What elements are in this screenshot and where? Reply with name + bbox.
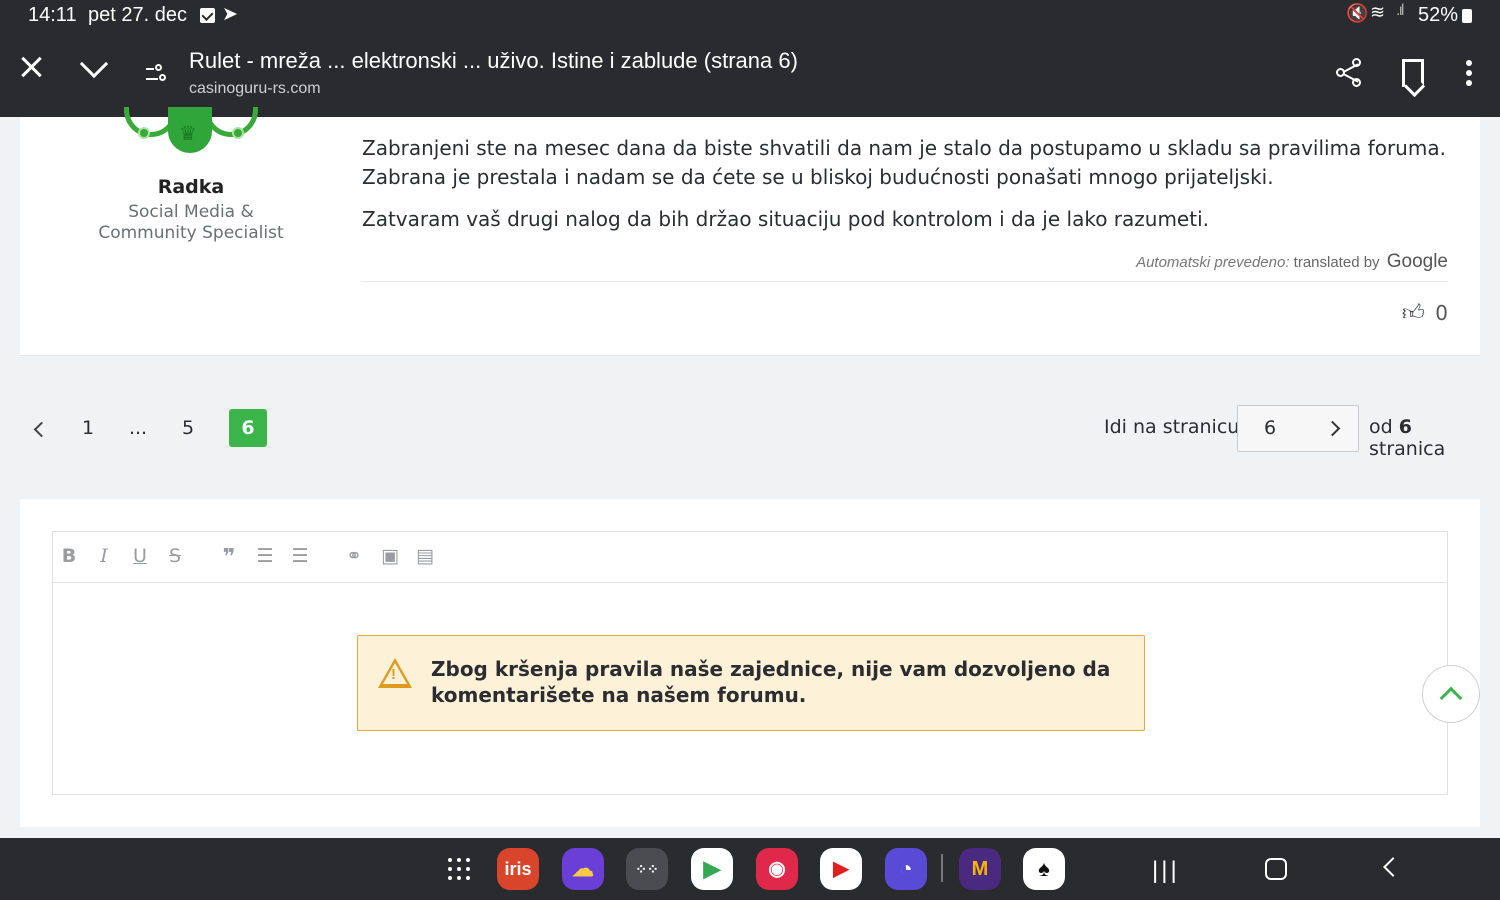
scroll-to-top-button[interactable] xyxy=(1422,665,1480,723)
underline-icon[interactable]: U xyxy=(128,545,152,567)
page-url: casinoguru-rs.com xyxy=(189,80,321,97)
app-drawer-icon[interactable] xyxy=(448,858,470,880)
status-bar: 14:11 pet 27. dec ➤ 🔇 ≋ .ıl 52% xyxy=(0,0,1500,32)
translated-label: Automatski prevedeno: xyxy=(1136,254,1290,271)
iris-app-icon[interactable]: iris xyxy=(497,848,539,890)
divider xyxy=(362,281,1448,282)
previous-page-icon[interactable] xyxy=(28,409,66,447)
play-store-icon[interactable]: ▶ xyxy=(691,848,733,890)
youtube-icon[interactable]: ▶ xyxy=(820,848,862,890)
post-paragraph: Zatvaram vaš drugi nalog da bih držao si… xyxy=(362,207,1209,231)
post-paragraph: Zabranjeni ste na mesec dana da biste sh… xyxy=(362,136,1446,189)
avatar-dot-left xyxy=(138,127,150,139)
checkbox-notification-icon xyxy=(200,8,215,23)
close-icon[interactable] xyxy=(18,54,46,82)
signal-icon: .ıl xyxy=(1396,2,1405,19)
of-prefix: od xyxy=(1369,416,1393,438)
editor-toolbar: B I U S ❞ ☰ ☰ ⚭ ▣ ▤ xyxy=(53,532,1447,583)
status-date: pet 27. dec xyxy=(88,4,187,26)
home-button[interactable] xyxy=(1265,858,1287,880)
camera-app-icon[interactable]: ◉ xyxy=(756,848,798,890)
pagination: 1 ... 5 6 Idi na stranicu 6 od 6 stranic… xyxy=(20,405,1480,460)
dock-separator xyxy=(941,854,943,882)
avatar xyxy=(124,107,258,165)
warning-icon-mark: ! xyxy=(391,666,396,683)
share-icon[interactable] xyxy=(1336,58,1364,88)
ban-warning-text: Zbog kršenja pravila naše zajednice, nij… xyxy=(431,657,1111,707)
bold-icon[interactable]: B xyxy=(57,545,81,567)
ordered-list-icon[interactable]: ☰ xyxy=(253,545,277,567)
chevron-right-icon[interactable] xyxy=(1324,420,1341,437)
back-button[interactable] xyxy=(1383,857,1403,877)
thumbs-up-icon: 👍︎ xyxy=(1401,301,1425,326)
battery-icon xyxy=(1462,9,1472,23)
page-ellipsis: ... xyxy=(128,417,148,439)
chevron-down-icon[interactable] xyxy=(79,49,109,79)
bookmark-icon[interactable] xyxy=(1402,59,1424,87)
mozzart-app-icon[interactable]: M xyxy=(959,848,1001,890)
crown-badge-icon xyxy=(168,107,212,153)
browser-toolbar: Rulet - mreža ... elektronski ... uživo.… xyxy=(0,32,1500,117)
page-link[interactable]: 1 xyxy=(69,409,107,447)
more-menu-icon[interactable] xyxy=(1466,60,1472,86)
italic-icon[interactable]: I xyxy=(92,545,116,567)
bullet-list-icon[interactable]: ☰ xyxy=(288,545,312,567)
translated-by: translated by xyxy=(1293,254,1380,271)
page-link-current[interactable]: 6 xyxy=(229,409,267,447)
reply-panel: B I U S ❞ ☰ ☰ ⚭ ▣ ▤ ! Zbog kršenja pravi… xyxy=(20,499,1480,827)
total-pages: 6 xyxy=(1398,416,1412,438)
like-button[interactable]: 👍︎ 0 xyxy=(1402,299,1448,326)
strikethrough-icon[interactable]: S xyxy=(163,545,187,567)
quote-icon[interactable]: ❞ xyxy=(217,545,241,570)
site-settings-icon[interactable] xyxy=(146,64,170,82)
link-icon[interactable]: ⚭ xyxy=(342,545,366,567)
ban-warning: ! Zbog kršenja pravila naše zajednice, n… xyxy=(357,635,1145,731)
chevron-up-icon xyxy=(1439,686,1463,710)
like-count: 0 xyxy=(1435,301,1448,325)
status-time: 14:11 xyxy=(28,4,77,26)
internet-browser-icon[interactable]: ◔ xyxy=(885,848,927,890)
goto-page-value[interactable]: 6 xyxy=(1264,417,1276,439)
author-role-text: Social Media & Community Specialist xyxy=(98,202,284,243)
page-link[interactable]: 5 xyxy=(169,409,207,447)
navigation-bar: iris ☁ ⁘⁘ ▶ ◉ ▶ ◔ M ♠ ||| xyxy=(0,838,1500,900)
battery-percent: 52% xyxy=(1418,4,1459,26)
forum-post: Radka Social Media & Community Specialis… xyxy=(20,107,1480,356)
recents-button[interactable]: ||| xyxy=(1152,857,1180,885)
mute-icon: 🔇 xyxy=(1346,3,1369,23)
post-content: Zabranjeni ste na mesec dana da biste sh… xyxy=(362,134,1462,247)
reply-editor: B I U S ❞ ☰ ☰ ⚭ ▣ ▤ ! Zbog kršenja pravi… xyxy=(52,531,1448,795)
total-pages-label: od 6 stranica xyxy=(1369,416,1480,460)
avatar-dot-right xyxy=(232,127,244,139)
telegram-icon: ➤ xyxy=(222,4,238,25)
translation-note: Automatski prevedeno: translated by Goog… xyxy=(1136,251,1448,273)
avatar-arm-right xyxy=(204,107,258,137)
image-icon[interactable]: ▣ xyxy=(378,545,402,567)
goto-page-label: Idi na stranicu xyxy=(1104,416,1240,438)
page-title: Rulet - mreža ... elektronski ... uživo.… xyxy=(189,48,798,73)
author-role: Social Media & Community Specialist xyxy=(20,202,362,244)
author-name[interactable]: Radka xyxy=(20,176,362,198)
video-icon[interactable]: ▤ xyxy=(413,545,437,567)
wifi-icon: ≋ xyxy=(1370,2,1386,22)
goto-page-input[interactable]: 6 xyxy=(1237,405,1359,452)
apps-folder-icon[interactable]: ⁘⁘ xyxy=(626,848,668,890)
weather-app-icon[interactable]: ☁ xyxy=(562,848,604,890)
google-logo: Google xyxy=(1386,251,1448,272)
of-suffix: stranica xyxy=(1369,438,1446,460)
poker-app-icon[interactable]: ♠ xyxy=(1023,848,1065,890)
